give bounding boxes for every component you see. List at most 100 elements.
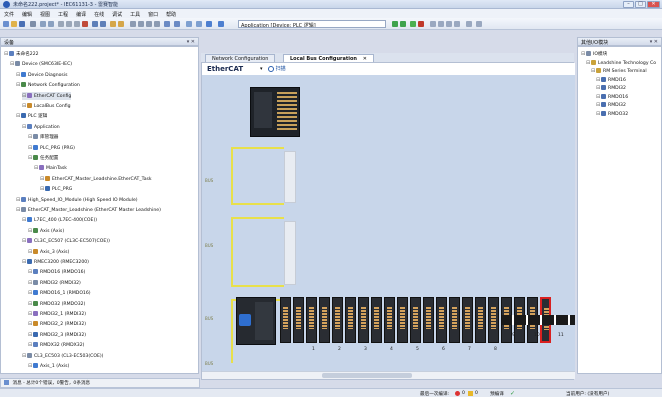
tree-item[interactable]: ⊟ Leadshine Technology Co — [586, 59, 656, 67]
debug-icon[interactable] — [430, 21, 436, 27]
window-icon[interactable] — [186, 21, 192, 27]
close-button[interactable]: ✕ — [647, 1, 660, 8]
tool-icon[interactable] — [130, 21, 136, 27]
scrollbar-thumb[interactable] — [322, 373, 412, 378]
tree-item[interactable]: ⊟ Network Configuration — [16, 81, 80, 89]
window-icon[interactable] — [196, 21, 202, 27]
minimize-button[interactable]: – — [623, 1, 634, 8]
panel-pin-close-icon[interactable]: ▾ ✕ — [650, 39, 658, 45]
io-slot[interactable] — [397, 297, 408, 343]
tree-item[interactable]: ⊟ RMDO16 (RMDO16) — [28, 268, 85, 276]
scan-button[interactable]: 扫描 — [268, 65, 286, 72]
tree-item[interactable]: ⊟ Axis_1 (Axis) — [28, 362, 69, 370]
tree-item[interactable]: ⊟ CL3C_EC507 (CL3C-EC507(COE)) — [22, 237, 110, 245]
build-icon[interactable] — [164, 21, 170, 27]
tree-item[interactable]: ⊟ RM Series Terminal — [591, 67, 647, 75]
controller-module[interactable] — [250, 87, 300, 137]
tree-item[interactable]: ⊟ EtherCAT_Master_Leadshine (EtherCAT Mas… — [16, 206, 161, 214]
io-slot[interactable] — [293, 297, 304, 343]
io-slot[interactable] — [410, 297, 421, 343]
bookmark-icon[interactable] — [110, 21, 116, 27]
bus-dropdown-icon[interactable]: ▾ — [260, 66, 263, 72]
tree-item[interactable]: ⊟ RMDI16 — [596, 76, 626, 84]
step-out-icon[interactable] — [454, 21, 460, 27]
save-icon[interactable] — [19, 21, 25, 27]
io-slot[interactable] — [358, 297, 369, 343]
tree-item[interactable]: ⊟ High_Speed_IO_Module (High Speed IO Mod… — [16, 196, 138, 204]
application-icon[interactable] — [218, 21, 224, 27]
tree-item[interactable]: ⊟ 未命名222 — [4, 50, 39, 58]
menu-window[interactable]: 窗口 — [144, 9, 162, 18]
tree-item[interactable]: ⊟ RMDX32 (RMDX32) — [28, 341, 84, 349]
menu-build[interactable]: 编译 — [72, 9, 90, 18]
tree-item[interactable]: ⊟ Application — [22, 123, 60, 131]
tree-item[interactable]: ⊟ EtherCAT_Master_Leadshine.EtherCAT_Task — [40, 175, 152, 183]
menu-view[interactable]: 视图 — [36, 9, 54, 18]
tree-item[interactable]: ⊟ RMDI32 — [596, 84, 626, 92]
tree-item[interactable]: ⊟ RMDI32_1 (RMDI32) — [28, 310, 86, 318]
tree-item[interactable]: ⊟ 库管理器 — [28, 133, 58, 141]
copy-icon[interactable] — [66, 21, 72, 27]
device-icon[interactable] — [206, 21, 212, 27]
tree-item[interactable]: ⊟ RMDO32 — [596, 110, 628, 118]
open-icon[interactable] — [11, 21, 17, 27]
tree-item[interactable]: ⊟ RMDI32 — [596, 101, 626, 109]
tree-item[interactable]: ⊟ CL3_EC503 (CL3-EC503(COE)) — [22, 352, 103, 360]
menu-file[interactable]: 文件 — [0, 9, 18, 18]
menu-project[interactable]: 工程 — [54, 9, 72, 18]
tree-item[interactable]: ⊟ L7EC_400 (L7EC-400(COE)) — [22, 216, 97, 224]
menu-edit[interactable]: 编辑 — [18, 9, 36, 18]
panel-pin-close-icon[interactable]: ▾ ✕ — [187, 39, 195, 45]
tree-item[interactable]: ⊟ 任务配置 — [28, 154, 58, 162]
tree-item[interactable]: ⊟ RMDI32 (RMDI32) — [28, 279, 81, 287]
tree-item[interactable]: ⊟ RMDO16_1 (RMDO16) — [28, 289, 91, 297]
logout-icon[interactable] — [400, 21, 406, 27]
io-slot[interactable] — [449, 297, 460, 343]
drive-module[interactable] — [284, 221, 296, 285]
tree-item[interactable]: ⊟ EtherCAT Config — [22, 91, 72, 100]
io-slot[interactable] — [436, 297, 447, 343]
io-slot[interactable] — [280, 297, 291, 343]
undo-icon[interactable] — [40, 21, 46, 27]
tree-item[interactable]: ⊟ RMDO32 (RMDO32) — [28, 300, 85, 308]
horizontal-scrollbar[interactable] — [202, 371, 575, 379]
menu-help[interactable]: 帮助 — [162, 9, 180, 18]
tab-local-bus-configuration[interactable]: Local Bus Configuration ✕ — [283, 54, 374, 62]
rebuild-icon[interactable] — [174, 21, 180, 27]
active-application-combo[interactable]: Application [Device: PLC 逻辑] — [238, 20, 386, 28]
maximize-button[interactable]: □ — [635, 1, 646, 8]
login-icon[interactable] — [392, 21, 398, 27]
tree-item[interactable]: ⊟ RMEC3200 (RMEC3200) — [22, 258, 89, 266]
tree-item[interactable]: ⊟ PLC_PRG — [40, 185, 72, 193]
io-slot[interactable] — [384, 297, 395, 343]
tool-icon[interactable] — [466, 21, 472, 27]
cut-icon[interactable] — [58, 21, 64, 27]
bus-canvas[interactable]: BUS BUS BUS BUS 1 2 3 4 5 6 7 8 9 10 11 — [202, 75, 575, 373]
find-icon[interactable] — [92, 21, 98, 27]
io-slot[interactable] — [475, 297, 486, 343]
tool-icon[interactable] — [154, 21, 160, 27]
tree-item[interactable]: ⊟ PLC 逻辑 — [16, 112, 47, 120]
tree-item[interactable]: ⊟ MainTask — [34, 164, 67, 172]
run-icon[interactable] — [410, 21, 416, 27]
tab-network-configuration[interactable]: Network Configuration — [205, 54, 276, 62]
menu-online[interactable]: 在线 — [90, 9, 108, 18]
redo-icon[interactable] — [48, 21, 54, 27]
tool-icon[interactable] — [476, 21, 482, 27]
io-slot[interactable] — [332, 297, 343, 343]
tree-item[interactable]: ⊟ RMDO16 — [596, 93, 628, 101]
bookmark-next-icon[interactable] — [118, 21, 124, 27]
io-slot[interactable] — [423, 297, 434, 343]
drive-module[interactable] — [284, 151, 296, 203]
step-over-icon[interactable] — [438, 21, 444, 27]
new-icon[interactable] — [3, 21, 9, 27]
delete-icon[interactable] — [82, 21, 88, 27]
tree-item[interactable]: ⊟ RMDI32_3 (RMDI32) — [28, 331, 86, 339]
io-slot[interactable] — [319, 297, 330, 343]
io-slot[interactable] — [462, 297, 473, 343]
messages-bar[interactable]: 消息 - 总计0个错误，0警告，0条消息 — [0, 378, 200, 388]
coupler-module[interactable] — [236, 297, 276, 345]
menu-tools[interactable]: 工具 — [126, 9, 144, 18]
tree-item[interactable]: ⊟ LocalBus Config — [22, 102, 71, 110]
menu-debug[interactable]: 调试 — [108, 9, 126, 18]
